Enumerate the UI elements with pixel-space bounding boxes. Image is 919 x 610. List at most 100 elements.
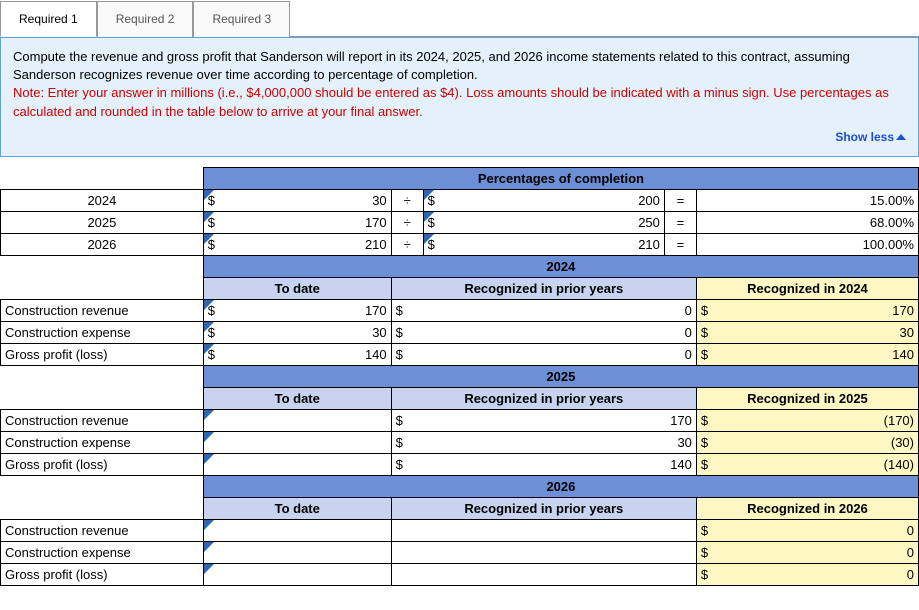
dollar-sign: $ (696, 453, 724, 475)
poc-2025-num-input[interactable]: 170 (231, 211, 391, 233)
input-cell[interactable]: $ (203, 299, 231, 321)
input-cell[interactable]: $ (203, 321, 231, 343)
col-to-date-2025: To date (203, 387, 391, 409)
input-cell[interactable]: $ (203, 343, 231, 365)
poc-year-2026: 2026 (1, 233, 204, 255)
equals-sign: = (664, 211, 696, 233)
poc-2025-den-dollar[interactable]: $ (423, 211, 451, 233)
section-2026-header: 2026 (203, 475, 918, 497)
tab-required-3[interactable]: Required 3 (193, 1, 290, 37)
tab-required-2[interactable]: Required 2 (97, 1, 194, 37)
poc-header: Percentages of completion (203, 167, 918, 189)
poc-2024-num-dollar[interactable]: $ (203, 189, 231, 211)
col-to-date-2026: To date (203, 497, 391, 519)
row-gp-2025: Gross profit (loss) (1, 453, 204, 475)
value-cell: 0 (724, 563, 918, 585)
row-cexp-2024: Construction expense (1, 321, 204, 343)
input-cell[interactable]: 140 (231, 343, 391, 365)
value-cell (391, 541, 696, 563)
col-prior-2025: Recognized in prior years (391, 387, 696, 409)
input-cell[interactable] (203, 541, 231, 563)
input-cell[interactable] (231, 563, 391, 585)
value-cell: (30) (724, 431, 918, 453)
poc-2024-den-dollar[interactable]: $ (423, 189, 451, 211)
poc-year-2025: 2025 (1, 211, 204, 233)
value-cell: 0 (423, 321, 696, 343)
dollar-sign: $ (696, 321, 724, 343)
divide-sign: ÷ (391, 211, 423, 233)
poc-2024-pct: 15.00% (696, 189, 918, 211)
value-cell: 170 (423, 409, 696, 431)
value-cell: 140 (423, 453, 696, 475)
input-cell[interactable] (231, 541, 391, 563)
row-gp-2026: Gross profit (loss) (1, 563, 204, 585)
value-cell: (170) (724, 409, 918, 431)
dollar-sign: $ (696, 563, 724, 585)
col-recognized-2024: Recognized in 2024 (696, 277, 918, 299)
col-recognized-2026: Recognized in 2026 (696, 497, 918, 519)
section-2024-header: 2024 (203, 255, 918, 277)
input-cell[interactable] (231, 431, 391, 453)
input-cell[interactable]: 30 (231, 321, 391, 343)
row-cexp-2026: Construction expense (1, 541, 204, 563)
tab-bar: Required 1 Required 2 Required 3 (0, 0, 919, 37)
dollar-sign: $ (391, 409, 423, 431)
poc-2024-den-input[interactable]: 200 (451, 189, 664, 211)
value-cell: 0 (423, 299, 696, 321)
input-cell[interactable] (203, 431, 231, 453)
value-cell: 30 (423, 431, 696, 453)
row-crev-2026: Construction revenue (1, 519, 204, 541)
show-less-label: Show less (835, 130, 894, 144)
input-cell[interactable] (231, 409, 391, 431)
dollar-sign: $ (391, 321, 423, 343)
poc-2026-den-input[interactable]: 210 (451, 233, 664, 255)
col-prior-2026: Recognized in prior years (391, 497, 696, 519)
input-cell[interactable] (231, 519, 391, 541)
poc-2024-num-input[interactable]: 30 (231, 189, 391, 211)
input-cell[interactable] (203, 519, 231, 541)
worksheet-table: Percentages of completion 2024 $ 30 ÷ $ … (0, 167, 919, 586)
poc-2026-den-dollar[interactable]: $ (423, 233, 451, 255)
dollar-sign: $ (696, 519, 724, 541)
divide-sign: ÷ (391, 189, 423, 211)
dollar-sign: $ (696, 409, 724, 431)
value-cell: 140 (724, 343, 918, 365)
value-cell: 0 (724, 519, 918, 541)
section-2025-header: 2025 (203, 365, 918, 387)
col-prior-2024: Recognized in prior years (391, 277, 696, 299)
equals-sign: = (664, 189, 696, 211)
poc-2025-den-input[interactable]: 250 (451, 211, 664, 233)
poc-2025-pct: 68.00% (696, 211, 918, 233)
poc-2026-num-input[interactable]: 210 (231, 233, 391, 255)
value-cell: 0 (423, 343, 696, 365)
poc-2026-num-dollar[interactable]: $ (203, 233, 231, 255)
poc-2026-pct: 100.00% (696, 233, 918, 255)
dollar-sign: $ (391, 343, 423, 365)
row-crev-2024: Construction revenue (1, 299, 204, 321)
value-cell: (140) (724, 453, 918, 475)
col-recognized-2025: Recognized in 2025 (696, 387, 918, 409)
row-gp-2024: Gross profit (loss) (1, 343, 204, 365)
input-cell[interactable] (203, 409, 231, 431)
divide-sign: ÷ (391, 233, 423, 255)
dollar-sign: $ (696, 343, 724, 365)
value-cell: 170 (724, 299, 918, 321)
input-cell[interactable]: 170 (231, 299, 391, 321)
dollar-sign: $ (391, 453, 423, 475)
input-cell[interactable] (231, 453, 391, 475)
show-less-toggle[interactable]: Show less (835, 129, 906, 146)
input-cell[interactable] (203, 453, 231, 475)
poc-2025-num-dollar[interactable]: $ (203, 211, 231, 233)
value-cell: 30 (724, 321, 918, 343)
instruction-panel: Compute the revenue and gross profit tha… (0, 37, 919, 157)
dollar-sign: $ (696, 431, 724, 453)
row-cexp-2025: Construction expense (1, 431, 204, 453)
dollar-sign: $ (391, 299, 423, 321)
row-crev-2025: Construction revenue (1, 409, 204, 431)
dollar-sign: $ (696, 541, 724, 563)
tab-required-1[interactable]: Required 1 (0, 1, 97, 37)
chevron-up-icon (896, 134, 906, 140)
value-cell: 0 (724, 541, 918, 563)
input-cell[interactable] (203, 563, 231, 585)
dollar-sign: $ (696, 299, 724, 321)
